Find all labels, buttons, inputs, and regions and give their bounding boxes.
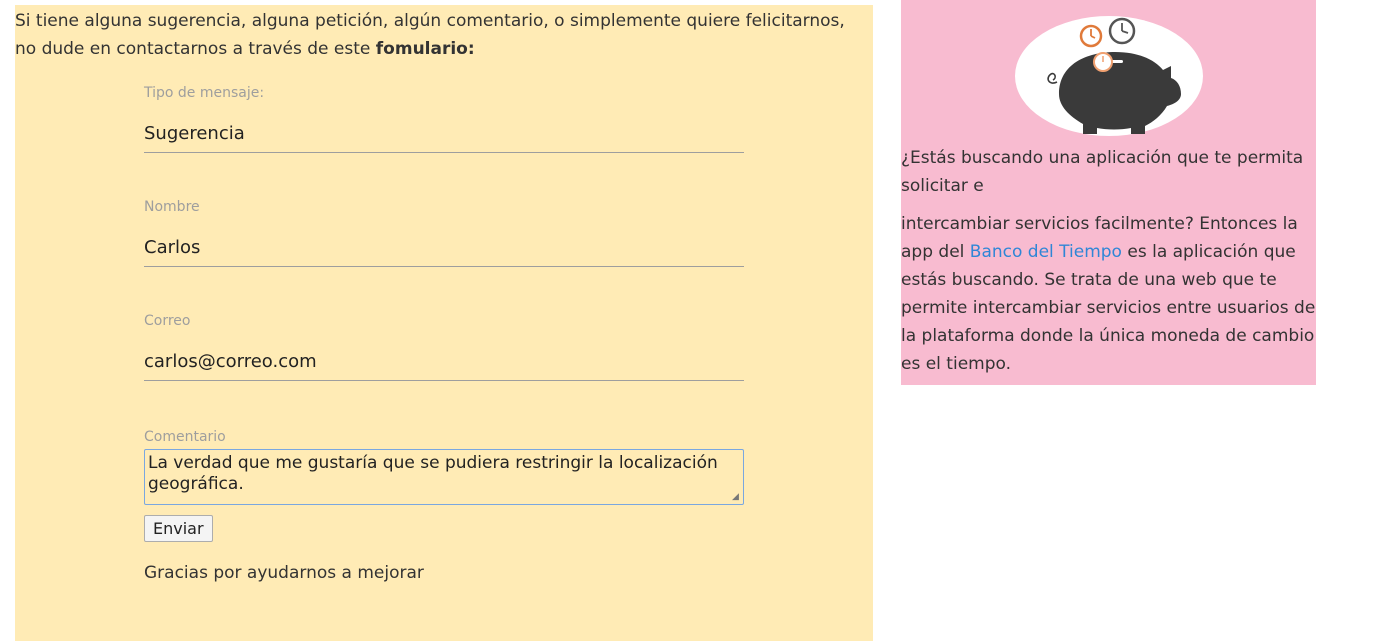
contact-form-panel: Si tiene alguna sugerencia, alguna petic… <box>15 5 873 641</box>
comentario-text: La verdad que me gustaría que se pudiera… <box>148 453 718 494</box>
intro-text: Si tiene alguna sugerencia, alguna petic… <box>15 5 865 63</box>
resize-grip-icon[interactable]: ◢ <box>732 493 741 502</box>
nombre-field-group: Nombre <box>144 199 744 267</box>
page: Si tiene alguna sugerencia, alguna petic… <box>0 0 1380 641</box>
info-panel: ¿Estás buscando una aplicación que te pe… <box>901 0 1316 385</box>
correo-input[interactable] <box>144 333 744 381</box>
tipo-label: Tipo de mensaje: <box>144 85 265 101</box>
intro-text-bold: fomulario: <box>375 39 475 59</box>
nombre-input[interactable] <box>144 219 744 267</box>
piggy-bank-clocks-icon <box>1015 8 1203 136</box>
correo-field-group: Correo <box>144 313 744 381</box>
banco-del-tiempo-link[interactable]: Banco del Tiempo <box>970 242 1122 262</box>
info-paragraph-2: intercambiar servicios facilmente? Enton… <box>901 210 1316 378</box>
nombre-label: Nombre <box>144 199 200 215</box>
comentario-textarea[interactable]: La verdad que me gustaría que se pudiera… <box>144 449 744 505</box>
comentario-label: Comentario <box>144 429 226 445</box>
comentario-field-group: Comentario La verdad que me gustaría que… <box>144 429 744 505</box>
piggy-bank-illustration <box>1015 16 1203 136</box>
tipo-field-group: Tipo de mensaje: <box>144 85 744 153</box>
info-text: ¿Estás buscando una aplicación que te pe… <box>901 144 1316 378</box>
enviar-button[interactable]: Enviar <box>144 515 213 542</box>
thanks-text: Gracias por ayudarnos a mejorar <box>144 563 424 583</box>
correo-label: Correo <box>144 313 191 329</box>
info-paragraph-1: ¿Estás buscando una aplicación que te pe… <box>901 148 1304 196</box>
tipo-input[interactable] <box>144 105 744 153</box>
